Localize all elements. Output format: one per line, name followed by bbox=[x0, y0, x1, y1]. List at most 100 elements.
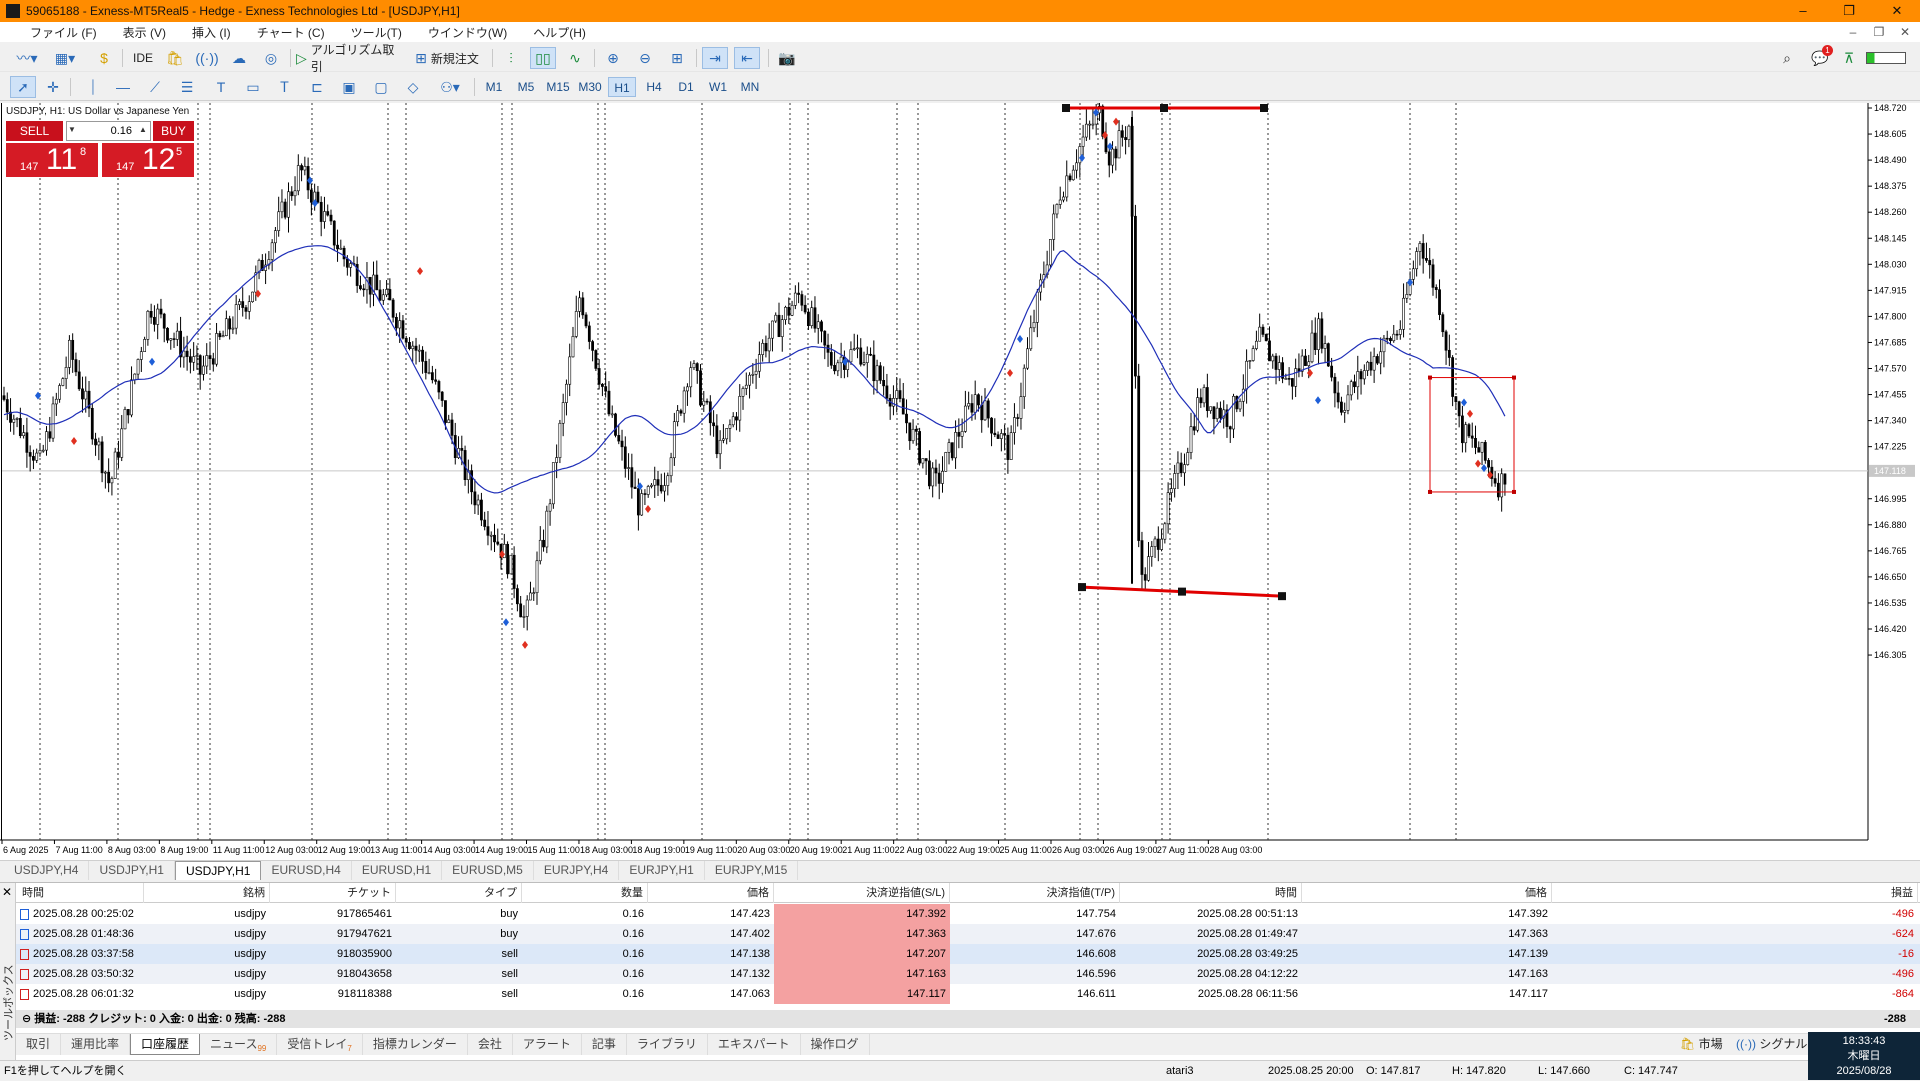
minimize-button[interactable]: – bbox=[1780, 0, 1826, 22]
vps-cloud-icon[interactable]: ☁ bbox=[228, 47, 250, 69]
column-header[interactable]: タイプ bbox=[396, 883, 522, 903]
menu-insert[interactable]: 挿入 (I) bbox=[180, 24, 245, 41]
shapes-icon[interactable]: ◇ bbox=[402, 76, 424, 98]
timeframe-mn[interactable]: MN bbox=[736, 77, 764, 97]
market-bag-icon[interactable]: 🛍 bbox=[164, 47, 186, 69]
chart-tab[interactable]: USDJPY,H4 bbox=[4, 861, 90, 880]
arrow-price-icon[interactable]: ⊏ bbox=[306, 76, 328, 98]
horizontal-line-icon[interactable]: ― bbox=[112, 76, 134, 98]
column-header[interactable]: 価格 bbox=[648, 883, 774, 903]
timeframe-m15[interactable]: M15 bbox=[544, 77, 572, 97]
timeframe-h1[interactable]: H1 bbox=[608, 77, 636, 97]
templates-icon[interactable]: ▦▾ bbox=[50, 47, 80, 69]
candlestick-icon[interactable]: ▯▯ bbox=[530, 47, 556, 69]
price-chart[interactable]: 148.720 148.605 148.490 148.375 148.260 148.1… bbox=[0, 103, 1920, 860]
crosshair-icon[interactable]: ✛ bbox=[42, 76, 64, 98]
timeframe-m1[interactable]: M1 bbox=[480, 77, 508, 97]
trendline-icon[interactable]: ⟋ bbox=[144, 76, 166, 98]
timeframe-w1[interactable]: W1 bbox=[704, 77, 732, 97]
timeframe-d1[interactable]: D1 bbox=[672, 77, 700, 97]
history-row[interactable]: 2025.08.28 03:50:32 usdjpy 918043658 sell 0.… bbox=[16, 964, 1920, 984]
timeframe-m30[interactable]: M30 bbox=[576, 77, 604, 97]
signals-icon[interactable]: ((·)) bbox=[195, 47, 218, 69]
line-chart-icon[interactable]: ∿ bbox=[564, 47, 586, 69]
restore-button[interactable]: ❐ bbox=[1826, 0, 1872, 22]
toolbox-tab[interactable]: 記事 bbox=[582, 1034, 627, 1055]
toolbox-tab[interactable]: 取引 bbox=[16, 1034, 62, 1055]
history-row[interactable]: 2025.08.28 06:01:32 usdjpy 918118388 sell 0.… bbox=[16, 984, 1920, 1004]
column-header[interactable]: 銘柄 bbox=[144, 883, 270, 903]
screenshot-icon[interactable]: 📷 bbox=[776, 47, 798, 69]
algo-trading-button[interactable]: ▷ アルゴリズム取引 bbox=[296, 43, 402, 74]
chart-tab[interactable]: EURUSD,M5 bbox=[442, 861, 534, 880]
chart-tab[interactable]: EURJPY,H1 bbox=[619, 861, 705, 880]
text-icon[interactable]: T bbox=[210, 76, 232, 98]
dollar-icon[interactable]: $ bbox=[94, 47, 114, 69]
notifications-icon[interactable]: 💬 1 bbox=[1808, 45, 1833, 69]
zoom-in-icon[interactable]: ⊕ bbox=[602, 47, 624, 69]
sell-price-box[interactable]: 147 11 8 bbox=[6, 143, 98, 177]
toolbox-tab[interactable]: アラート bbox=[513, 1034, 582, 1055]
zoom-out-icon[interactable]: ⊖ bbox=[634, 47, 656, 69]
mdi-close-button[interactable]: ✕ bbox=[1892, 22, 1918, 42]
more-objects-icon[interactable]: ⚇▾ bbox=[434, 76, 466, 98]
column-header[interactable]: 価格 bbox=[1302, 883, 1552, 903]
toolbox-tab[interactable]: ライブラリ bbox=[627, 1034, 708, 1055]
text-label-icon[interactable]: Ꭲ bbox=[274, 76, 296, 98]
volume-up-icon[interactable]: ▲ bbox=[137, 121, 149, 139]
history-row[interactable]: 2025.08.28 00:25:02 usdjpy 917865461 buy 0.1… bbox=[16, 904, 1920, 924]
channel-icon[interactable]: ☰ bbox=[176, 76, 198, 98]
buy-price-box[interactable]: 147 12 5 bbox=[102, 143, 194, 177]
close-button[interactable]: ✕ bbox=[1874, 0, 1920, 22]
chart-tab[interactable]: USDJPY,H1 bbox=[89, 861, 175, 880]
column-header[interactable]: 決済逆指値(S/L) bbox=[774, 883, 950, 903]
sell-button[interactable]: SELL bbox=[6, 121, 63, 141]
chart-shift-icon[interactable]: ⇤ bbox=[734, 47, 760, 69]
chart-type-icon[interactable]: 〰▾ bbox=[12, 47, 42, 69]
vertical-line-icon[interactable]: ⏐ bbox=[82, 76, 104, 98]
chart-tab[interactable]: EURUSD,H1 bbox=[352, 861, 443, 880]
column-header[interactable]: 時間 bbox=[1120, 883, 1302, 903]
history-row[interactable]: 2025.08.28 01:48:36 usdjpy 917947621 buy 0.1… bbox=[16, 924, 1920, 944]
toolbox-tab[interactable]: エキスパート bbox=[708, 1034, 801, 1055]
mdi-restore-button[interactable]: ❐ bbox=[1866, 22, 1892, 42]
chart-tab-active[interactable]: USDJPY,H1 bbox=[174, 861, 262, 880]
cursor-icon[interactable]: ➚ bbox=[10, 76, 36, 98]
column-header[interactable]: 数量 bbox=[522, 883, 648, 903]
community-icon[interactable]: ◎ bbox=[260, 47, 282, 69]
toolbox-tab[interactable]: ニュース99 bbox=[200, 1034, 278, 1055]
menu-window[interactable]: ウインドウ(W) bbox=[416, 24, 521, 41]
timeframe-h4[interactable]: H4 bbox=[640, 77, 668, 97]
menu-chart[interactable]: チャート (C) bbox=[245, 24, 339, 41]
new-order-button[interactable]: ⊞ 新規注文 bbox=[410, 47, 484, 69]
chart-tab[interactable]: EURJPY,M15 bbox=[705, 861, 799, 880]
column-header[interactable]: 損益 bbox=[1552, 883, 1918, 903]
menu-file[interactable]: ファイル (F) bbox=[18, 24, 111, 41]
tile-windows-icon[interactable]: ⊞ bbox=[666, 47, 688, 69]
ide-button[interactable]: IDE bbox=[130, 47, 156, 69]
search-icon[interactable]: ⌕ bbox=[1776, 47, 1798, 69]
toolbox-tab[interactable]: 指標カレンダー bbox=[363, 1034, 468, 1055]
chart-object-icon[interactable]: ▣ bbox=[338, 76, 360, 98]
toolbox-close-icon[interactable]: ✕ bbox=[2, 885, 12, 899]
signal-link[interactable]: ((·)) シグナル bbox=[1736, 1035, 1807, 1052]
rectangle-icon[interactable]: ▭ bbox=[242, 76, 264, 98]
toolbox-tab[interactable]: 口座履歴 bbox=[130, 1034, 201, 1055]
buy-button[interactable]: BUY bbox=[153, 121, 194, 141]
market-link[interactable]: 🛍 市場 bbox=[1680, 1035, 1723, 1052]
bar-chart-icon[interactable]: ⫶ bbox=[500, 47, 522, 69]
toolbox-tab[interactable]: 会社 bbox=[468, 1034, 513, 1055]
toolbox-tab[interactable]: 操作ログ bbox=[801, 1034, 870, 1055]
column-header[interactable]: 時間 bbox=[16, 883, 144, 903]
chart-tab[interactable]: EURJPY,H4 bbox=[534, 861, 620, 880]
chart-tab[interactable]: EURUSD,H4 bbox=[261, 861, 352, 880]
mdi-minimize-button[interactable]: – bbox=[1840, 22, 1866, 42]
menu-view[interactable]: 表示 (V) bbox=[111, 24, 180, 41]
column-header[interactable]: 決済指値(T/P) bbox=[950, 883, 1120, 903]
toolbox-tab[interactable]: 運用比率 bbox=[61, 1034, 131, 1055]
timeframe-m5[interactable]: M5 bbox=[512, 77, 540, 97]
chart-canvas[interactable]: 148.720 148.605 148.490 148.375 148.260 148.1… bbox=[0, 103, 1920, 860]
column-header[interactable]: チケット bbox=[270, 883, 396, 903]
toolbox-tab[interactable]: 受信トレイ7 bbox=[277, 1034, 363, 1055]
menu-help[interactable]: ヘルプ(H) bbox=[521, 24, 600, 41]
